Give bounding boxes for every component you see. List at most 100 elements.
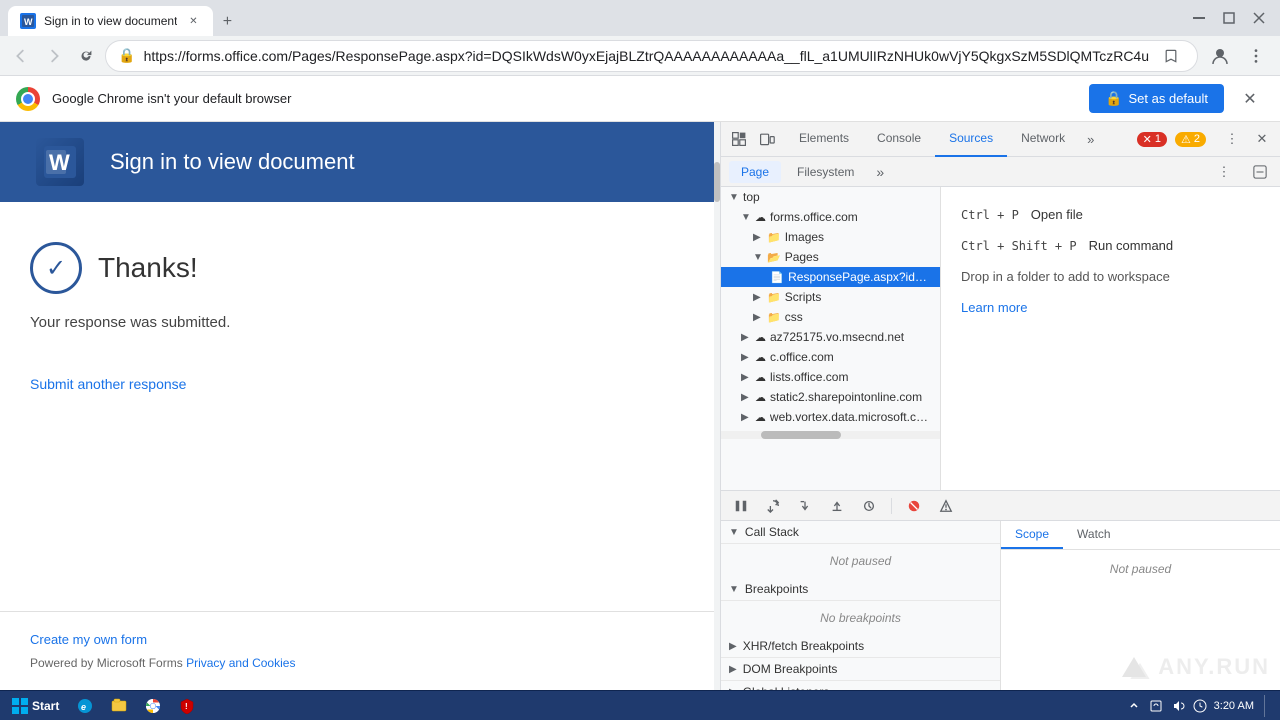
active-tab[interactable]: W Sign in to view document ✕ — [8, 6, 213, 36]
chrome-menu-button[interactable] — [1240, 40, 1272, 72]
tree-arrow-lists: ▶ — [741, 372, 755, 383]
create-form-link[interactable]: Create my own form — [30, 632, 684, 647]
taskbar-chrome[interactable] — [137, 693, 169, 719]
close-window-button[interactable] — [1246, 5, 1272, 31]
subtab-page[interactable]: Page — [729, 161, 781, 183]
tree-item-css[interactable]: ▶ 📁 css — [721, 307, 940, 327]
volume-tray-icon — [1170, 698, 1186, 714]
tree-item-az725175[interactable]: ▶ ☁ az725175.vo.msecnd.net — [721, 327, 940, 347]
tree-item-scripts[interactable]: ▶ 📁 Scripts — [721, 287, 940, 307]
pause-button[interactable] — [729, 494, 753, 518]
step-button[interactable] — [857, 494, 881, 518]
tree-item-responsepage[interactable]: 📄 ResponsePage.aspx?id=DQS — [721, 267, 940, 287]
submitted-text: Your response was submitted. — [30, 314, 684, 331]
bookmark-button[interactable] — [1157, 42, 1185, 70]
start-label: Start — [32, 699, 59, 713]
tree-horizontal-scrollbar[interactable] — [721, 431, 940, 439]
folder-icon-css: 📁 — [767, 311, 781, 324]
tree-item-top[interactable]: ▼ top — [721, 187, 940, 207]
window-controls — [1186, 5, 1272, 31]
devtools-inspect-button[interactable] — [725, 125, 753, 153]
minimize-button[interactable] — [1186, 5, 1212, 31]
start-button[interactable]: Start — [4, 696, 67, 716]
set-default-button[interactable]: 🔒 Set as default — [1089, 84, 1224, 113]
powered-by-text: Powered by Microsoft Forms Privacy and C… — [30, 656, 295, 670]
file-tree: ▼ top ▼ ☁ forms.office.com — [721, 187, 941, 490]
taskbar-explorer[interactable] — [103, 693, 135, 719]
privacy-link[interactable]: Privacy and Cookies — [186, 656, 295, 670]
notification-close-button[interactable]: ✕ — [1236, 85, 1264, 113]
scope-tab[interactable]: Scope — [1001, 521, 1063, 549]
tree-item-pages[interactable]: ▼ 📂 Pages — [721, 247, 940, 267]
tray-show-hidden-button[interactable] — [1126, 698, 1142, 714]
sources-panel: Page Filesystem » ⋮ — [721, 157, 1280, 690]
step-out-button[interactable] — [825, 494, 849, 518]
xhr-breakpoints-header[interactable]: ▶ XHR/fetch Breakpoints — [721, 635, 1000, 658]
nav-right-buttons — [1204, 40, 1272, 72]
dom-breakpoints-header[interactable]: ▶ DOM Breakpoints — [721, 658, 1000, 681]
network-tray-icon — [1148, 698, 1164, 714]
call-stack-header[interactable]: ▼ Call Stack — [721, 521, 1000, 544]
thanks-section: ✓ Thanks! — [30, 242, 684, 294]
devtools-more-button[interactable]: ⋮ — [1218, 125, 1246, 153]
breakpoints-header[interactable]: ▼ Breakpoints — [721, 578, 1000, 601]
taskbar-antivirus[interactable]: ! — [171, 693, 203, 719]
tree-arrow-images: ▶ — [753, 232, 767, 243]
tab-network[interactable]: Network — [1007, 122, 1079, 157]
deactivate-breakpoints-button[interactable] — [902, 494, 926, 518]
forward-button[interactable] — [40, 40, 66, 72]
cloud-icon-coffice: ☁ — [755, 351, 766, 364]
new-tab-button[interactable]: + — [213, 8, 241, 36]
back-button[interactable] — [8, 40, 34, 72]
devtools-status: ✕ 1 ⚠ 2 — [1129, 132, 1214, 147]
step-over-button[interactable] — [761, 494, 785, 518]
tab-favicon: W — [20, 13, 36, 29]
reload-button[interactable] — [73, 40, 99, 72]
tree-item-lists[interactable]: ▶ ☁ lists.office.com — [721, 367, 940, 387]
tab-close-button[interactable]: ✕ — [185, 13, 201, 29]
more-tabs-button[interactable]: » — [1079, 122, 1102, 157]
run-command-label: Run command — [1089, 238, 1174, 253]
tab-sources[interactable]: Sources — [935, 122, 1007, 157]
address-bar[interactable]: 🔒 https://forms.office.com/Pages/Respons… — [105, 40, 1198, 72]
devtools-action-buttons: ⋮ ✕ — [1214, 125, 1280, 153]
tree-arrow-vortex: ▶ — [741, 412, 755, 423]
tree-item-vortex[interactable]: ▶ ☁ web.vortex.data.microsoft.com — [721, 407, 940, 427]
devtools-tabs: Elements Console Sources Network » — [785, 122, 1129, 157]
dom-label: DOM Breakpoints — [743, 662, 838, 676]
pause-exceptions-button[interactable] — [934, 494, 958, 518]
tab-console[interactable]: Console — [863, 122, 935, 157]
tab-bar: W Sign in to view document ✕ + — [8, 0, 1178, 36]
tree-item-images[interactable]: ▶ 📁 Images — [721, 227, 940, 247]
xhr-label: XHR/fetch Breakpoints — [743, 639, 864, 653]
taskbar-ie[interactable]: e — [69, 693, 101, 719]
subtab-menu-button[interactable]: ⋮ — [1212, 160, 1236, 184]
devtools-close-button[interactable]: ✕ — [1248, 125, 1276, 153]
submit-another-link[interactable]: Submit another response — [30, 376, 186, 392]
tree-item-coffice[interactable]: ▶ ☁ c.office.com — [721, 347, 940, 367]
tab-elements[interactable]: Elements — [785, 122, 863, 157]
scope-watch-tabs: Scope Watch — [1001, 521, 1280, 550]
main-area: W Sign in to view document ✓ Thanks! You… — [0, 122, 1280, 690]
profile-button[interactable] — [1204, 40, 1236, 72]
tree-item-static2[interactable]: ▶ ☁ static2.sharepointonline.com — [721, 387, 940, 407]
subtab-more-button[interactable]: » — [870, 160, 890, 184]
step-into-button[interactable] — [793, 494, 817, 518]
restore-button[interactable] — [1216, 5, 1242, 31]
word-logo: W — [30, 132, 90, 192]
page-content: W Sign in to view document ✓ Thanks! You… — [0, 122, 714, 690]
subtab-sync-button[interactable] — [1248, 160, 1272, 184]
tree-arrow-coffice: ▶ — [741, 352, 755, 363]
watch-tab[interactable]: Watch — [1063, 521, 1125, 549]
tree-item-forms-office[interactable]: ▼ ☁ forms.office.com — [721, 207, 940, 227]
cloud-icon-vortex: ☁ — [755, 411, 766, 424]
show-desktop-button[interactable] — [1264, 695, 1268, 717]
svg-text:!: ! — [185, 702, 188, 711]
cloud-icon: ☁ — [755, 211, 766, 224]
devtools-device-button[interactable] — [753, 125, 781, 153]
thanks-heading: Thanks! — [98, 252, 198, 284]
subtab-filesystem[interactable]: Filesystem — [785, 161, 866, 183]
learn-more-link[interactable]: Learn more — [961, 300, 1027, 315]
error-icon: ✕ — [1143, 133, 1152, 146]
global-listeners-header[interactable]: ▶ Global Listeners — [721, 681, 1000, 690]
